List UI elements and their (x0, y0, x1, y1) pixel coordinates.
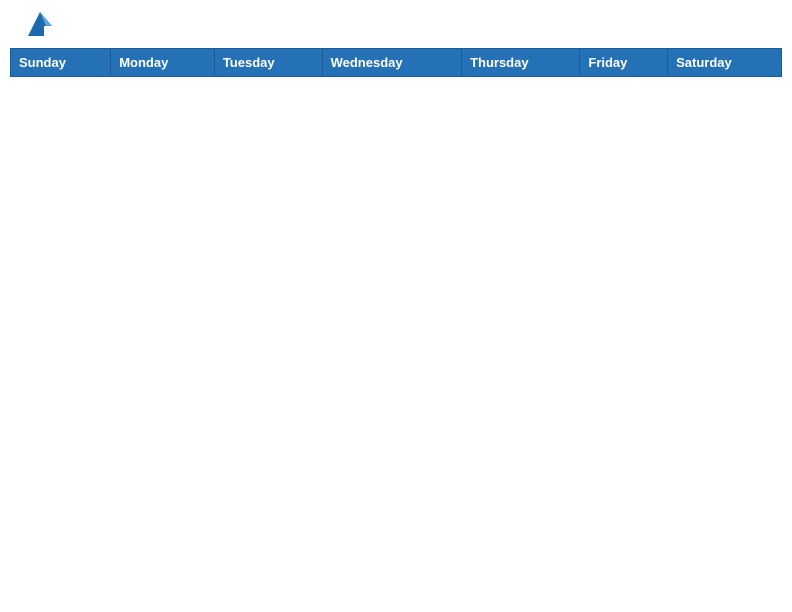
calendar-weekday-monday: Monday (111, 49, 215, 77)
calendar-header: SundayMondayTuesdayWednesdayThursdayFrid… (11, 49, 782, 77)
calendar-weekday-sunday: Sunday (11, 49, 111, 77)
calendar-weekday-tuesday: Tuesday (214, 49, 322, 77)
calendar-weekday-saturday: Saturday (668, 49, 782, 77)
calendar-table: SundayMondayTuesdayWednesdayThursdayFrid… (10, 48, 782, 77)
logo (20, 16, 56, 40)
page-header (0, 0, 792, 48)
calendar-weekday-wednesday: Wednesday (322, 49, 461, 77)
logo-icon (24, 8, 56, 40)
calendar-wrapper: SundayMondayTuesdayWednesdayThursdayFrid… (0, 48, 792, 87)
calendar-weekday-thursday: Thursday (462, 49, 580, 77)
calendar-weekday-friday: Friday (580, 49, 668, 77)
